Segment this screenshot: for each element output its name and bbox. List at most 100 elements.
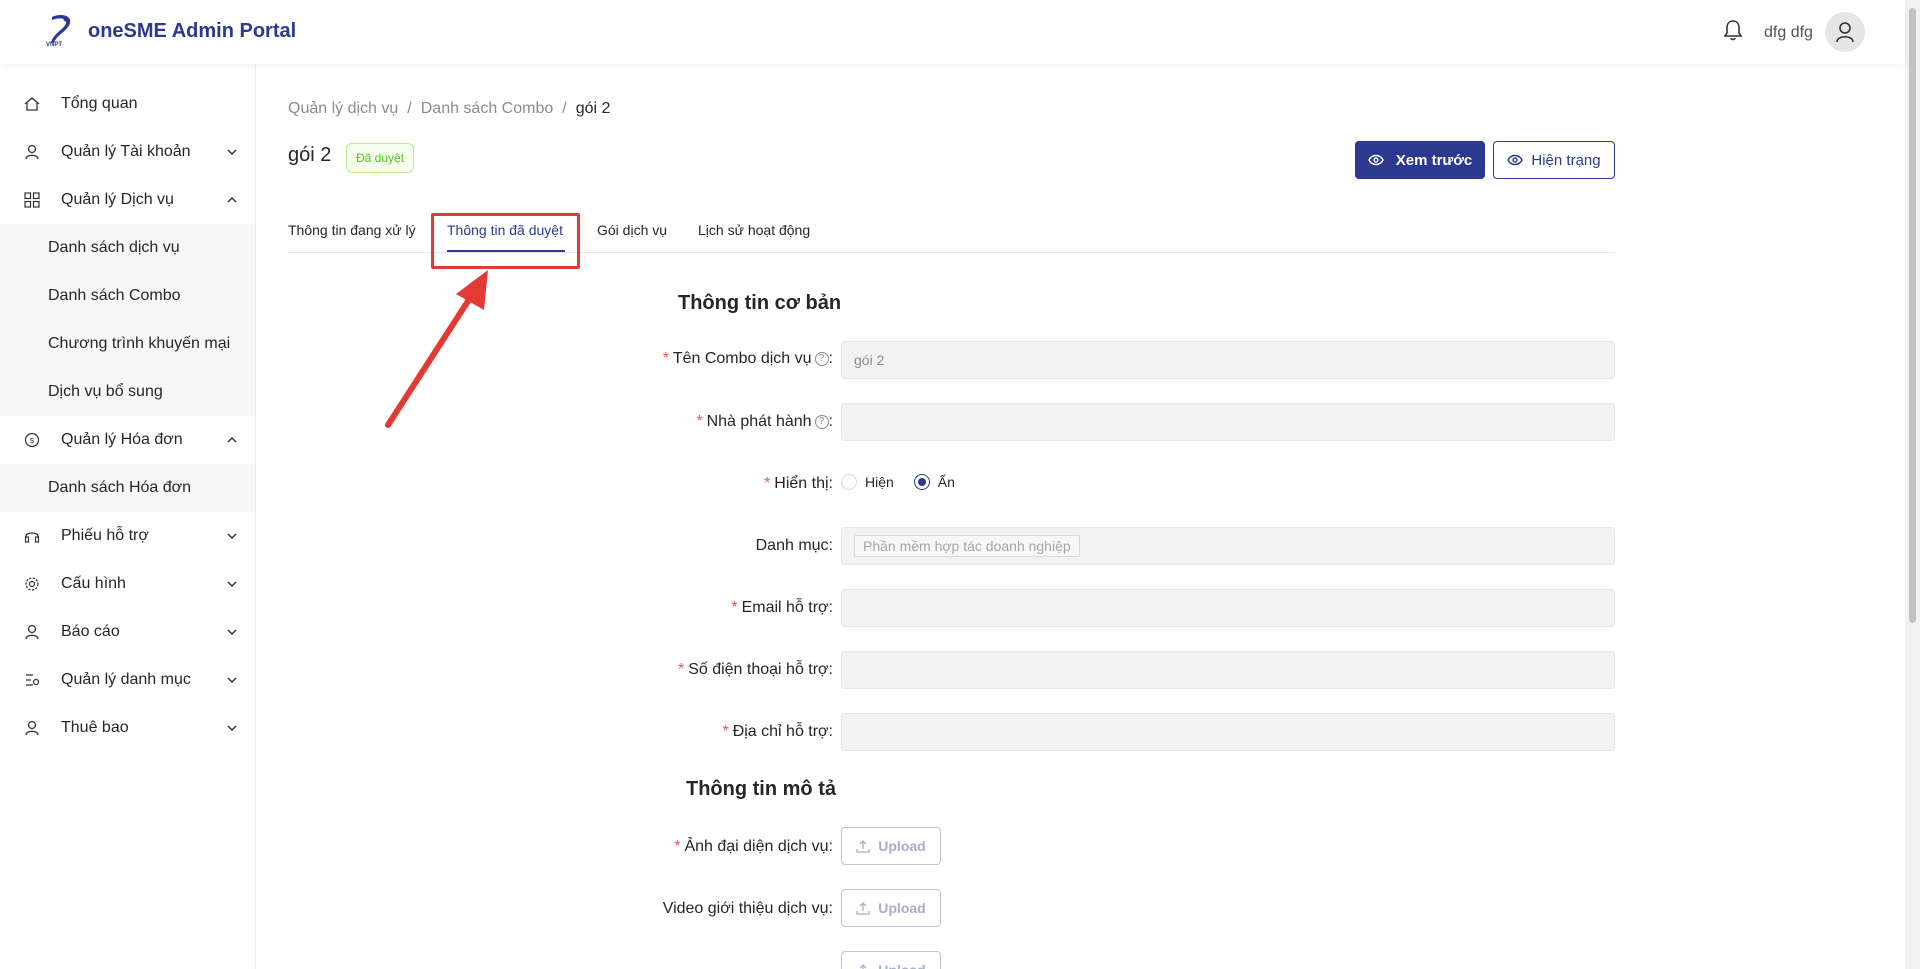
scrollbar-thumb[interactable] bbox=[1909, 8, 1916, 623]
upload-avatar-label: Upload bbox=[878, 838, 926, 854]
gear-icon bbox=[25, 577, 39, 591]
tab-service-packages[interactable]: Gói dịch vụ bbox=[597, 222, 667, 238]
basic-info-title: Thông tin cơ bản bbox=[678, 292, 842, 314]
sidebar-item-support-tickets[interactable]: Phiếu hỗ trợ bbox=[0, 512, 255, 560]
status-badge: Đã duyệt bbox=[346, 143, 415, 173]
description-title: Thông tin mô tả bbox=[686, 778, 836, 800]
support-phone-label: * Số điện thoại hỗ trợ: bbox=[677, 661, 833, 678]
svg-text:$: $ bbox=[29, 436, 34, 445]
sidebar-item-label: Quản lý Hóa đơn bbox=[61, 431, 183, 448]
sidebar-item-label: Quản lý Dịch vụ bbox=[61, 191, 174, 208]
chevron-down-icon bbox=[227, 629, 237, 636]
annotation-highlight-box bbox=[431, 213, 580, 269]
support-email-input[interactable] bbox=[841, 589, 1615, 627]
current-status-button[interactable]: Hiện trạng bbox=[1493, 141, 1615, 179]
service-avatar-label: * Ảnh đại diện dịch vụ: bbox=[674, 838, 833, 855]
sidebar-subitem-combo-list[interactable]: Danh sách Combo bbox=[0, 272, 255, 320]
sidebar-subitem-addons[interactable]: Dịch vụ bổ sung bbox=[0, 368, 255, 416]
sidebar-item-configuration[interactable]: Cấu hình bbox=[0, 560, 255, 608]
category-tag: Phần mềm hợp tác doanh nghiệp bbox=[854, 535, 1080, 557]
service-video-label: Video giới thiệu dịch vụ: bbox=[662, 900, 833, 917]
combo-name-label: * Tên Combo dịch vụ?: bbox=[662, 350, 833, 367]
logo-caption: VNPT bbox=[46, 42, 63, 48]
support-address-label: * Địa chỉ hỗ trợ: bbox=[722, 723, 833, 740]
sidebar-subitem-label: Danh sách Combo bbox=[48, 287, 181, 304]
support-phone-input[interactable] bbox=[841, 651, 1615, 689]
page-title: gói 2 bbox=[288, 144, 332, 166]
dollar-circle-icon: $ bbox=[24, 432, 40, 448]
sidebar-subitem-label: Danh sách Hóa đơn bbox=[48, 479, 192, 496]
support-address-input[interactable] bbox=[841, 713, 1615, 751]
breadcrumb-separator: / bbox=[407, 100, 412, 117]
upload-avatar-button[interactable]: Upload bbox=[841, 827, 941, 865]
user-name[interactable]: dfg dfg bbox=[1764, 24, 1813, 42]
top-header: VNPT oneSME Admin Portal dfg dfg bbox=[0, 0, 1905, 64]
sidebar-item-overview[interactable]: Tổng quan bbox=[0, 80, 255, 128]
chevron-up-icon bbox=[227, 436, 237, 443]
sidebar-item-subscriptions[interactable]: Thuê bao bbox=[0, 704, 255, 752]
sidebar-item-label: Cấu hình bbox=[61, 575, 126, 592]
sidebar-item-services[interactable]: Quản lý Dịch vụ bbox=[0, 176, 255, 224]
user-avatar-icon bbox=[1836, 22, 1854, 43]
tab-processing-info[interactable]: Thông tin đang xử lý bbox=[288, 222, 416, 238]
upload-video-button[interactable]: Upload bbox=[841, 889, 941, 927]
chevron-down-icon bbox=[227, 533, 237, 540]
display-label: * Hiển thị: bbox=[764, 475, 833, 492]
sidebar-subitem-service-list[interactable]: Danh sách dịch vụ bbox=[0, 224, 255, 272]
sidebar: Tổng quan Quản lý Tài khoản Quản lý Dịch… bbox=[0, 64, 256, 969]
breadcrumb-separator: / bbox=[562, 100, 567, 117]
combo-name-input[interactable]: gói 2 bbox=[841, 341, 1615, 379]
sidebar-item-accounts[interactable]: Quản lý Tài khoản bbox=[0, 128, 255, 176]
radio-hide[interactable] bbox=[913, 474, 930, 490]
eye-icon bbox=[1507, 154, 1524, 166]
upload-more-label: Upload bbox=[878, 962, 925, 969]
breadcrumb: Quản lý dịch vụ / Danh sách Combo / gói … bbox=[288, 100, 610, 118]
user-icon bbox=[25, 144, 39, 160]
radio-show-label: Hiện bbox=[865, 474, 894, 490]
chevron-down-icon bbox=[227, 725, 237, 732]
chevron-down-icon bbox=[227, 581, 237, 588]
display-show-option[interactable]: Hiện bbox=[841, 474, 894, 490]
chevron-down-icon bbox=[227, 149, 237, 156]
upload-icon bbox=[856, 840, 870, 853]
radio-hide-label: Ẩn bbox=[937, 474, 955, 490]
category-label: Danh mục: bbox=[755, 537, 833, 554]
help-icon[interactable]: ? bbox=[814, 352, 829, 366]
breadcrumb-current: gói 2 bbox=[575, 100, 611, 117]
grid-icon bbox=[24, 192, 40, 208]
display-radio-group: Hiện Ẩn bbox=[841, 474, 975, 490]
headset-icon bbox=[24, 532, 40, 543]
display-hide-option[interactable]: Ẩn bbox=[913, 474, 955, 490]
sidebar-subitem-invoice-list[interactable]: Danh sách Hóa đơn bbox=[0, 464, 255, 512]
chevron-up-icon bbox=[227, 196, 237, 203]
sidebar-item-label: Báo cáo bbox=[61, 623, 120, 640]
eye-icon bbox=[1367, 154, 1384, 166]
upload-video-label: Upload bbox=[878, 900, 926, 916]
breadcrumb-combo-list[interactable]: Danh sách Combo bbox=[421, 100, 554, 118]
sidebar-item-reports[interactable]: Báo cáo bbox=[0, 608, 255, 656]
current-status-button-label: Hiện trạng bbox=[1531, 151, 1601, 169]
sidebar-subitem-label: Danh sách dịch vụ bbox=[48, 239, 180, 256]
settings-list-icon bbox=[26, 674, 40, 686]
sidebar-item-invoices[interactable]: $ Quản lý Hóa đơn bbox=[0, 416, 255, 464]
sidebar-subitem-promotions[interactable]: Chương trình khuyến mại bbox=[0, 320, 255, 368]
breadcrumb-service-management[interactable]: Quản lý dịch vụ bbox=[288, 100, 398, 118]
radio-show[interactable] bbox=[841, 474, 857, 490]
sidebar-item-label: Quản lý danh mục bbox=[61, 671, 191, 688]
sidebar-item-categories[interactable]: Quản lý danh mục bbox=[0, 656, 255, 704]
category-select[interactable]: Phần mềm hợp tác doanh nghiệp bbox=[841, 527, 1615, 565]
bell-icon[interactable] bbox=[1723, 19, 1743, 41]
upload-more-button[interactable]: Upload bbox=[841, 951, 941, 969]
sidebar-item-label: Tổng quan bbox=[61, 95, 138, 112]
upload-icon bbox=[856, 902, 870, 915]
avatar[interactable] bbox=[1825, 12, 1865, 52]
upload-icon bbox=[859, 964, 867, 969]
support-email-label: * Email hỗ trợ: bbox=[731, 599, 833, 616]
sidebar-item-label: Thuê bao bbox=[61, 719, 129, 736]
help-icon[interactable]: ? bbox=[814, 415, 829, 429]
app-title[interactable]: oneSME Admin Portal bbox=[88, 20, 296, 43]
sidebar-item-label: Phiếu hỗ trợ bbox=[61, 527, 149, 544]
publisher-input[interactable] bbox=[841, 403, 1615, 441]
preview-button[interactable]: Xem trước bbox=[1355, 141, 1485, 179]
tab-activity-history[interactable]: Lịch sử hoạt động bbox=[698, 222, 810, 238]
